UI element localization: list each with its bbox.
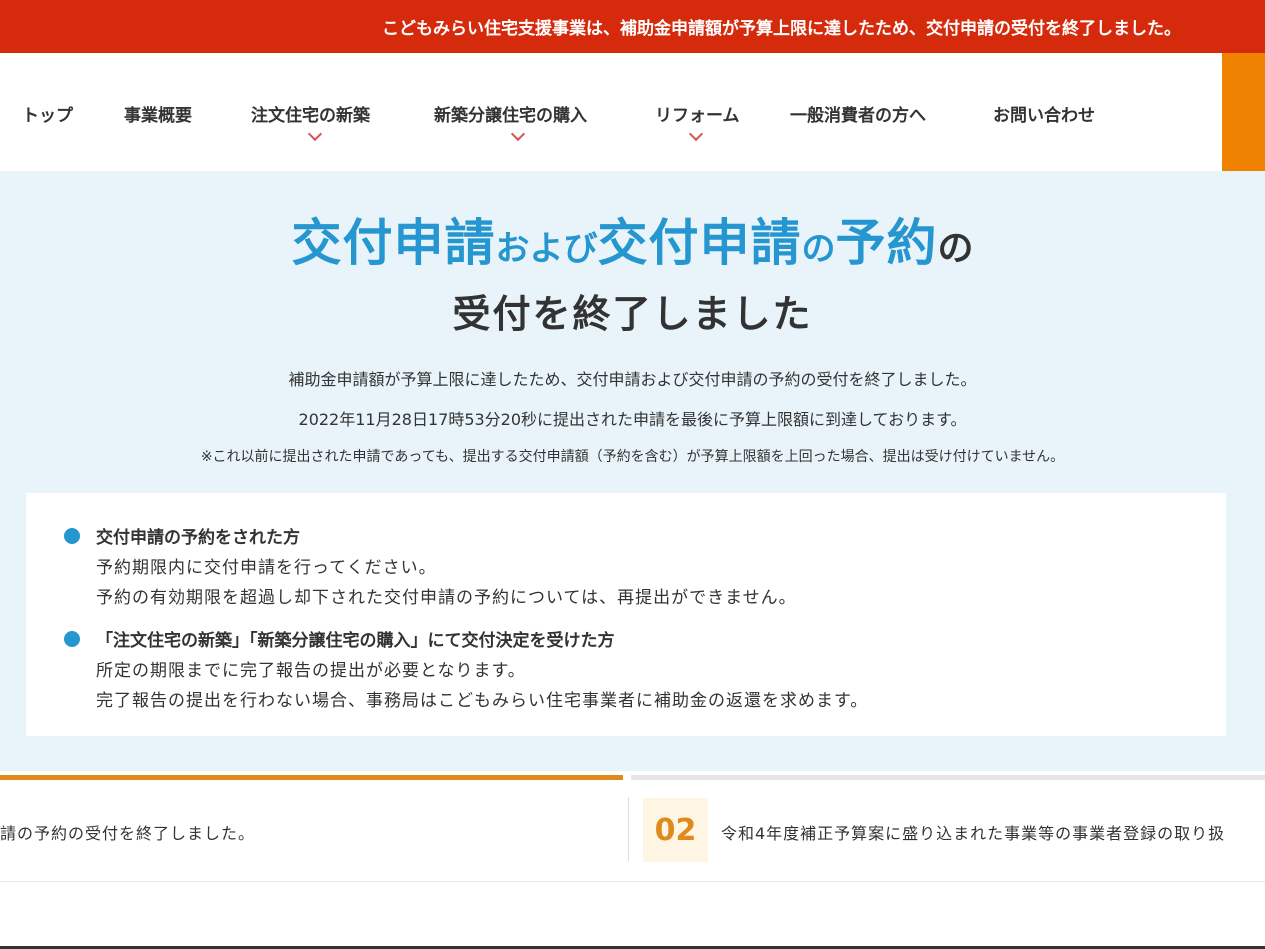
bullet-icon	[64, 631, 80, 647]
nav-item-top[interactable]: トップ	[22, 101, 73, 126]
notice-deadline: 2022年11月28日17時53分20秒に提出された申請を最後に予算上限額に到達…	[298, 410, 967, 429]
ticker-bottom-border	[0, 881, 1265, 882]
nav-item-custom-home[interactable]: 注文住宅の新築	[251, 101, 370, 126]
news-item-2-number: 02	[643, 798, 708, 862]
alert-banner[interactable]: こどもみらい住宅支援事業は、補助金申請額が予算上限に達したため、交付申請の受付を…	[0, 0, 1265, 53]
ticker-divider	[628, 797, 629, 861]
info-line: 予約期限内に交付申請を行ってください。	[96, 558, 437, 578]
chevron-down-icon[interactable]	[307, 126, 323, 142]
alert-text: こどもみらい住宅支援事業は、補助金申請額が予算上限に達したため、交付申請の受付を…	[382, 19, 1181, 39]
nav-item-contact[interactable]: お問い合わせ	[993, 101, 1095, 126]
nav-item-new-built-purchase[interactable]: 新築分譲住宅の購入	[434, 101, 587, 126]
global-nav: トップ 事業概要 注文住宅の新築 新築分譲住宅の購入 リフォーム 一般消費者の方…	[0, 53, 1265, 171]
notice-title: 交付申請および交付申請の予約の	[0, 211, 1265, 287]
page: こどもみらい住宅支援事業は、補助金申請額が予算上限に達したため、交付申請の受付を…	[0, 0, 1265, 949]
bullet-icon	[64, 528, 80, 544]
info-box: 交付申請の予約をされた方 予約期限内に交付申請を行ってください。 予約の有効期限…	[26, 493, 1226, 736]
title-part: 交付申請	[597, 214, 802, 272]
info-line: 所定の期限までに完了報告の提出が必要となります。	[96, 661, 526, 681]
chevron-down-icon[interactable]	[688, 126, 704, 142]
notice-subtitle: 受付を終了しました	[452, 292, 813, 336]
title-part: の	[937, 228, 974, 269]
closure-notice: 交付申請および交付申請の予約の 受付を終了しました 補助金申請額が予算上限に達し…	[0, 171, 1265, 771]
ticker-progress-inactive	[631, 775, 1265, 780]
ticker-progress-active	[0, 775, 623, 780]
notice-footnote: ※これ以前に提出された申請であっても、提出する交付申請額（予約を含む）が予算上限…	[200, 449, 1065, 465]
news-item-2-link[interactable]: 令和4年度補正予算案に盛り込まれた事業等の事業者登録の取り扱	[721, 820, 1225, 844]
info-heading: 「注文住宅の新築」「新築分譲住宅の購入」にて交付決定を受けた方	[96, 631, 615, 651]
nav-side-button[interactable]	[1222, 53, 1265, 171]
notice-description: 補助金申請額が予算上限に達したため、交付申請および交付申請の予約の受付を終了しま…	[288, 370, 977, 389]
title-part: 予約	[835, 214, 938, 272]
nav-item-consumers[interactable]: 一般消費者の方へ	[790, 101, 926, 126]
news-item-1-link[interactable]: 請の予約の受付を終了しました。	[0, 820, 255, 844]
title-part: の	[801, 229, 836, 269]
title-part: および	[495, 229, 598, 269]
title-part: 交付申請	[291, 214, 496, 272]
info-line: 予約の有効期限を超過し却下された交付申請の予約については、再提出ができません。	[96, 588, 797, 608]
chevron-down-icon[interactable]	[510, 126, 526, 142]
info-line: 完了報告の提出を行わない場合、事務局はこどもみらい住宅事業者に補助金の返還を求め…	[96, 691, 869, 711]
nav-item-reform[interactable]: リフォーム	[655, 101, 740, 126]
info-heading: 交付申請の予約をされた方	[96, 528, 300, 548]
nav-item-overview[interactable]: 事業概要	[124, 101, 192, 126]
